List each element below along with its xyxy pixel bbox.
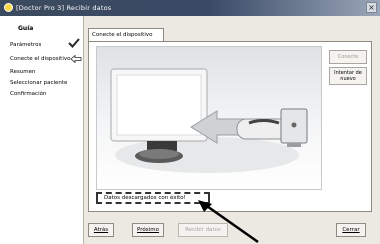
sidebar-item-confirmacion: Confirmación [10, 91, 47, 97]
close-button[interactable]: Cerrar [336, 223, 366, 237]
retry-button[interactable]: Intentar de nuevo [329, 67, 367, 85]
receive-data-button[interactable]: Recibir datos [178, 223, 228, 237]
dialog-window: [Doctor Pro 3] Recibir datos × Guía Pará… [0, 0, 380, 244]
next-button[interactable]: Próximo [132, 223, 164, 237]
status-message: Datos descargados con éxito! [96, 192, 210, 204]
sidebar-item-resumen: Resumen [10, 69, 36, 75]
title-bar[interactable]: [Doctor Pro 3] Recibir datos × [0, 0, 380, 16]
connect-button[interactable]: Conecte [329, 50, 367, 64]
check-icon [68, 38, 80, 48]
app-icon [4, 3, 13, 12]
sidebar-item-seleccionar: Seleccionar paciente [10, 80, 68, 86]
tab-conecte-dispositivo[interactable]: Conecte el dispositivo [88, 28, 164, 41]
close-icon[interactable]: × [366, 2, 377, 13]
pointer-arrow-icon [198, 200, 259, 244]
sidebar-heading: Guía [18, 25, 34, 32]
device-illustration [96, 46, 322, 190]
connection-illustration [110, 68, 308, 173]
window-title: [Doctor Pro 3] Recibir datos [16, 4, 112, 12]
guide-sidebar: Guía Parámetros Conecte el dispositivo R… [0, 16, 84, 244]
sidebar-item-conecte: Conecte el dispositivo [10, 56, 71, 62]
arrow-left-icon [70, 55, 82, 63]
back-button[interactable]: Atrás [88, 223, 114, 237]
sidebar-item-parametros: Parámetros [10, 42, 42, 48]
